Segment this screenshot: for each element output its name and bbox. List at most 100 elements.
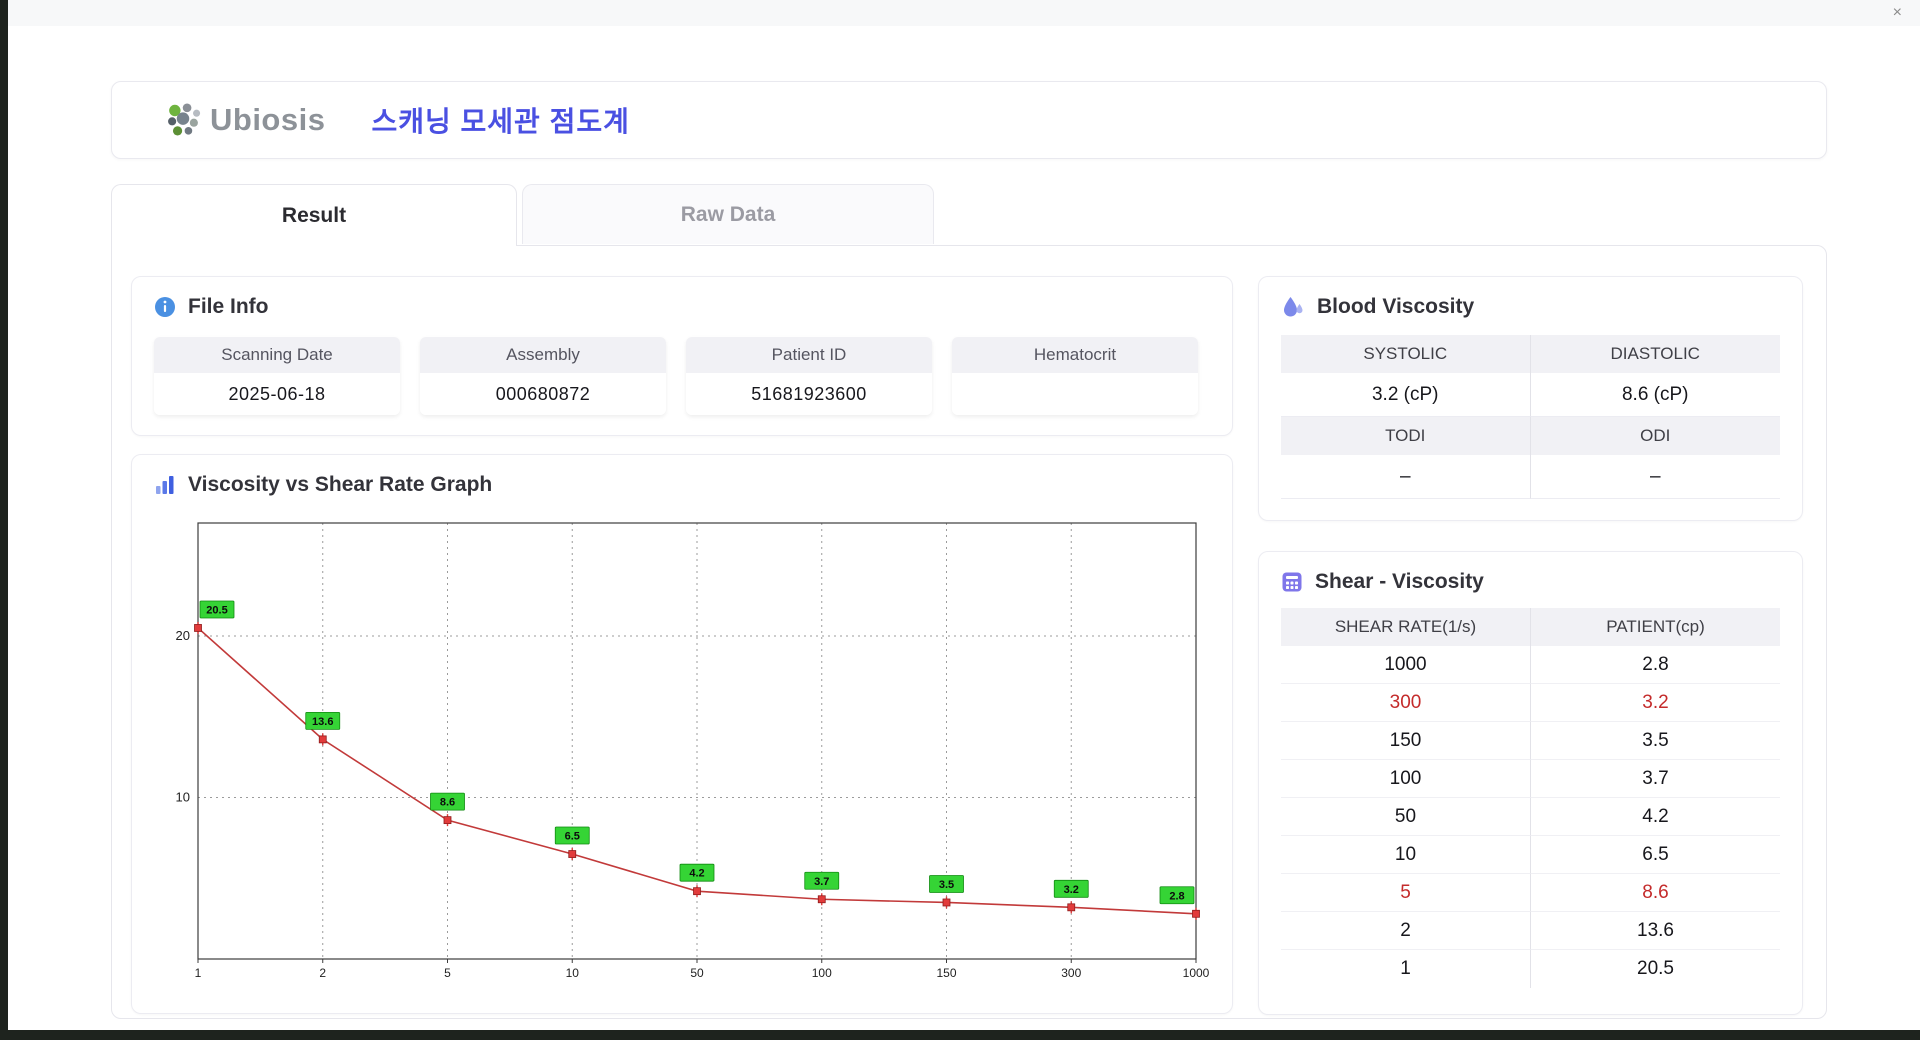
droplet-icon xyxy=(1284,297,1303,317)
odi-value: – xyxy=(1530,455,1780,499)
scanning-date-field: Scanning Date 2025-06-18 xyxy=(154,337,400,415)
calculator-icon xyxy=(1282,572,1302,592)
app-window: × Ubiosis 스캐닝 모세관 점도계 Result Raw Data Fi… xyxy=(8,0,1920,1030)
viscosity-graph-card: Viscosity vs Shear Rate Graph 10 20 20.5 13… xyxy=(131,454,1233,1014)
field-value: 51681923600 xyxy=(686,373,932,415)
svg-text:13.6: 13.6 xyxy=(312,716,333,728)
patient-viscosity-value: 13.6 xyxy=(1531,912,1780,950)
file-info-card: File Info Scanning Date 2025-06-18 Assem… xyxy=(131,276,1233,436)
shear-rate-value: 50 xyxy=(1281,798,1531,836)
svg-text:20: 20 xyxy=(176,628,190,643)
shear-rate-value: 1000 xyxy=(1281,646,1531,684)
patient-viscosity-value: 6.5 xyxy=(1531,836,1780,874)
diastolic-value: 8.6 (cP) xyxy=(1530,373,1780,417)
hematocrit-field: Hematocrit xyxy=(952,337,1198,415)
viscosity-chart: 10 20 20.5 13.6 8.6 6.5 4.2 3.7 3.5 3.2 2.8 1 2 5 10 50… xyxy=(154,511,1210,994)
patient-viscosity-value: 3.2 xyxy=(1531,684,1780,722)
svg-text:150: 150 xyxy=(936,966,956,980)
svg-text:2.8: 2.8 xyxy=(1169,890,1184,902)
shear-viscosity-card: Shear - Viscosity SHEAR RATE(1/s) PATIEN… xyxy=(1258,551,1803,1015)
svg-text:50: 50 xyxy=(690,966,704,980)
odi-header: ODI xyxy=(1530,417,1780,455)
logo-cluster-icon xyxy=(168,103,201,136)
file-info-title: File Info xyxy=(188,295,269,318)
patient-viscosity-value: 20.5 xyxy=(1637,958,1674,979)
svg-text:2: 2 xyxy=(319,966,326,980)
shear-table: SHEAR RATE(1/s) PATIENT(cp) 1000 2.8 300 3.… xyxy=(1281,608,1780,988)
blood-viscosity-title: Blood Viscosity xyxy=(1317,295,1475,318)
patient-viscosity-value: 2.8 xyxy=(1531,646,1780,684)
window-titlebar: × xyxy=(8,0,1920,26)
bar-chart-icon xyxy=(156,476,174,494)
table-row: 100 3.7 xyxy=(1281,760,1780,798)
diastolic-header: DIASTOLIC xyxy=(1530,335,1780,373)
svg-text:100: 100 xyxy=(812,966,832,980)
table-row: 10 6.5 xyxy=(1281,836,1780,874)
shear-viscosity-title: Shear - Viscosity xyxy=(1315,570,1484,593)
patient-column-header: PATIENT(cp) xyxy=(1606,617,1705,636)
field-label: Assembly xyxy=(420,337,666,373)
patient-viscosity-value: 3.5 xyxy=(1531,722,1780,760)
patient-viscosity-value: 8.6 xyxy=(1531,874,1780,912)
svg-text:3.5: 3.5 xyxy=(939,879,954,891)
shear-table-body: 1000 2.8 300 3.2 150 3.5 100 3.7 50 4.2 10 6.5 5 8.6 2… xyxy=(1281,646,1780,988)
chart-canvas: 10 20 20.5 13.6 8.6 6.5 4.2 3.7 3.5 3.2 2.8 1 2 5 10 50… xyxy=(176,522,1210,980)
patient-viscosity-value: 4.2 xyxy=(1531,798,1780,836)
todi-header: TODI xyxy=(1281,417,1531,455)
svg-text:10: 10 xyxy=(566,966,580,980)
shear-rate-value: 5 xyxy=(1281,874,1531,912)
app-logo: Ubiosis xyxy=(164,101,325,139)
table-row: 5 8.6 xyxy=(1281,874,1780,912)
patient-viscosity-value: 3.7 xyxy=(1531,760,1780,798)
svg-text:5: 5 xyxy=(444,966,451,980)
svg-text:300: 300 xyxy=(1061,966,1081,980)
shear-rate-value: 300 xyxy=(1281,684,1531,722)
table-row: 50 4.2 xyxy=(1281,798,1780,836)
shear-rate-value: 150 xyxy=(1281,722,1531,760)
table-row: 150 3.5 xyxy=(1281,722,1780,760)
field-label: Hematocrit xyxy=(952,337,1198,373)
info-icon xyxy=(155,297,175,317)
page: Ubiosis 스캐닝 모세관 점도계 Result Raw Data File… xyxy=(8,26,1920,1030)
field-label: Scanning Date xyxy=(154,337,400,373)
systolic-value: 3.2 (cP) xyxy=(1281,373,1531,417)
shear-rate-value: 1 xyxy=(1281,950,1531,988)
page-title: 스캐닝 모세관 점도계 xyxy=(371,106,630,137)
shear-rate-column-header: SHEAR RATE(1/s) xyxy=(1281,608,1531,646)
table-row: 1 20.5 xyxy=(1281,950,1780,988)
field-value xyxy=(952,373,1198,415)
systolic-header: SYSTOLIC xyxy=(1281,335,1531,373)
svg-text:10: 10 xyxy=(176,790,190,805)
svg-text:6.5: 6.5 xyxy=(565,831,580,843)
header: Ubiosis 스캐닝 모세관 점도계 xyxy=(111,81,1827,159)
field-value: 2025-06-18 xyxy=(154,373,400,415)
blood-viscosity-grid: SYSTOLIC DIASTOLIC 3.2 (cP) 8.6 (cP) TOD… xyxy=(1281,335,1780,499)
shear-table-header: SHEAR RATE(1/s) PATIENT(cp) xyxy=(1281,608,1780,646)
field-value: 000680872 xyxy=(420,373,666,415)
shear-rate-value: 2 xyxy=(1281,912,1531,950)
shear-rate-value: 10 xyxy=(1281,836,1531,874)
svg-text:4.2: 4.2 xyxy=(689,868,704,880)
svg-text:8.6: 8.6 xyxy=(440,797,455,809)
file-info-fields: Scanning Date 2025-06-18 Assembly 000680… xyxy=(154,337,1210,415)
blood-viscosity-card: Blood Viscosity SYSTOLIC DIASTOLIC 3.2 (… xyxy=(1258,276,1803,521)
svg-text:1: 1 xyxy=(195,966,202,980)
tab-raw-data[interactable]: Raw Data xyxy=(522,184,934,244)
svg-text:3.7: 3.7 xyxy=(814,876,829,888)
tab-result[interactable]: Result xyxy=(111,184,517,246)
tab-bar: Result Raw Data xyxy=(111,184,934,246)
svg-text:20.5: 20.5 xyxy=(206,604,227,616)
table-row: 2 13.6 xyxy=(1281,912,1780,950)
assembly-field: Assembly 000680872 xyxy=(420,337,666,415)
result-panel: File Info Scanning Date 2025-06-18 Assem… xyxy=(111,245,1827,1019)
shear-rate-value: 100 xyxy=(1281,760,1531,798)
field-label: Patient ID xyxy=(686,337,932,373)
logo-text: Ubiosis xyxy=(210,102,326,137)
todi-value: – xyxy=(1281,455,1531,499)
patient-id-field: Patient ID 51681923600 xyxy=(686,337,932,415)
table-row: 300 3.2 xyxy=(1281,684,1780,722)
close-icon[interactable]: × xyxy=(1893,3,1902,23)
svg-text:3.2: 3.2 xyxy=(1064,884,1079,896)
table-row: 1000 2.8 xyxy=(1281,646,1780,684)
svg-text:1000: 1000 xyxy=(1183,966,1210,980)
